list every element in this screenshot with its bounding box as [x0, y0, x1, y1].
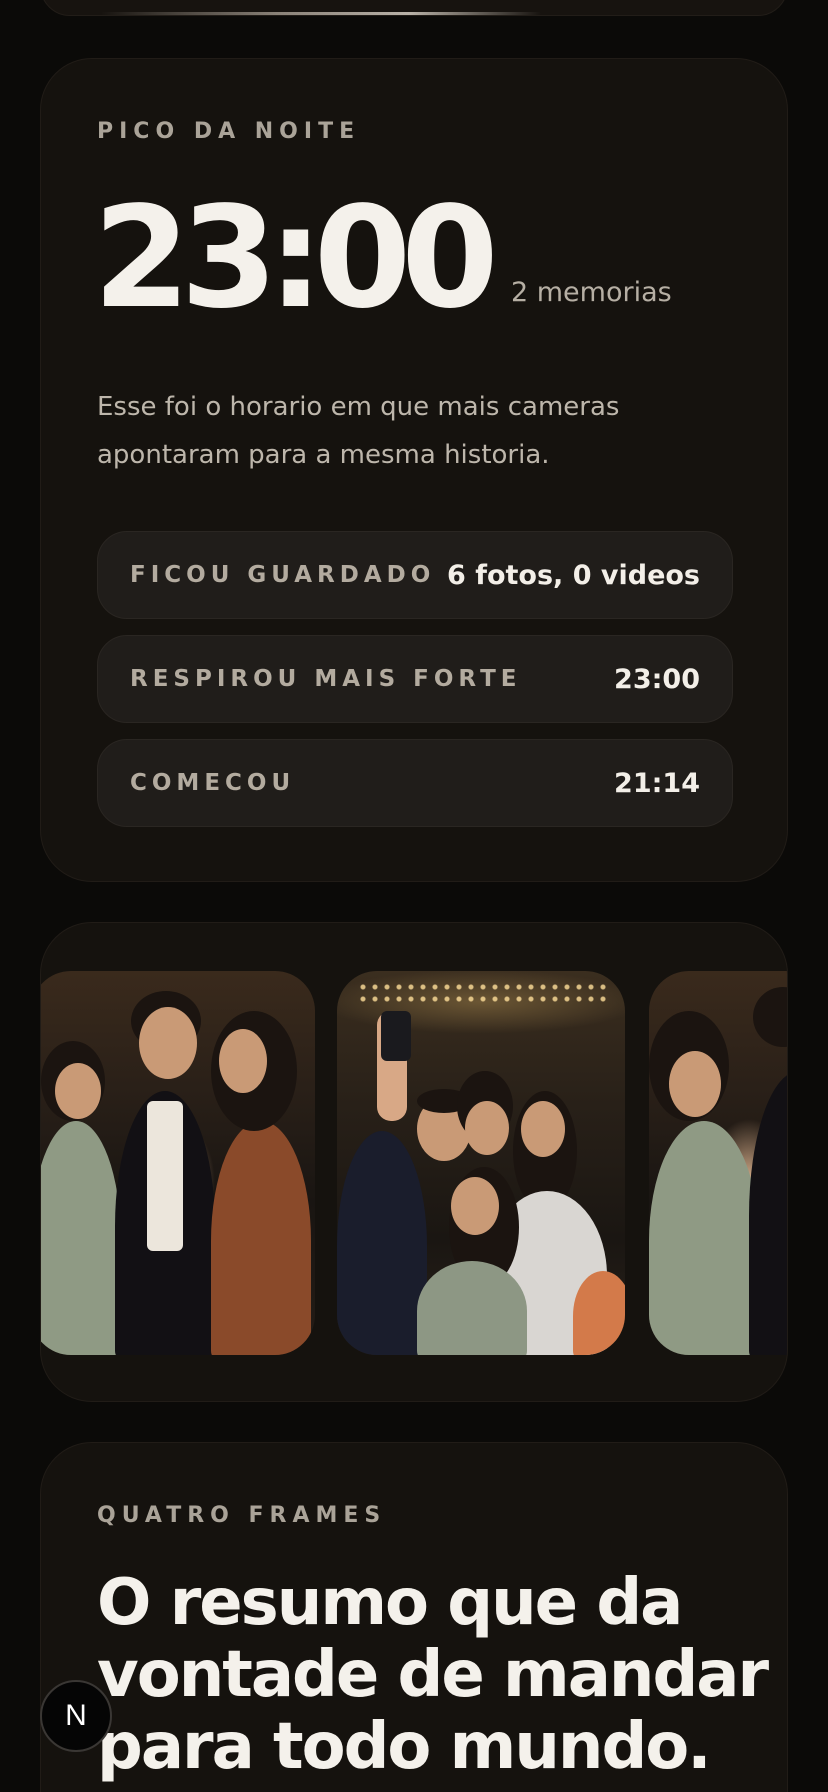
stat-label: FICOU GUARDADO [130, 562, 436, 588]
photo-thumbnail[interactable] [337, 971, 625, 1355]
peak-card: PICO DA NOITE 23:00 2 memorias Esse foi … [40, 58, 788, 882]
stat-row-start: COMECOU 21:14 [97, 739, 733, 827]
n-logo-icon: N [65, 1699, 87, 1732]
stat-value: 6 fotos, 0 videos [447, 559, 700, 591]
stat-label: COMECOU [130, 770, 296, 796]
photo-carousel[interactable] [40, 922, 788, 1402]
memories-count: 2 memorias [511, 277, 672, 308]
page: PICO DA NOITE 23:00 2 memorias Esse foi … [0, 0, 828, 1792]
n-logo-button[interactable]: N [40, 1680, 112, 1752]
photo-thumbnail[interactable] [41, 971, 315, 1355]
frames-headline: O resumo que da vontade de mandar para t… [97, 1566, 769, 1784]
progress-sheen [101, 12, 541, 15]
peak-description: Esse foi o horario em que mais cameras a… [97, 392, 620, 470]
stat-value: 23:00 [614, 663, 700, 695]
stat-value: 21:14 [614, 767, 700, 799]
stat-row-peak: RESPIROU MAIS FORTE 23:00 [97, 635, 733, 723]
frames-card: QUATRO FRAMES O resumo que da vontade de… [40, 1442, 788, 1792]
previous-card [40, 0, 788, 16]
peak-eyebrow: PICO DA NOITE [97, 119, 361, 144]
peak-time: 23:00 [93, 177, 499, 340]
photo-thumbnail[interactable] [649, 971, 787, 1355]
stat-row-saved: FICOU GUARDADO 6 fotos, 0 videos [97, 531, 733, 619]
frames-eyebrow: QUATRO FRAMES [97, 1503, 387, 1528]
stat-label: RESPIROU MAIS FORTE [130, 666, 522, 692]
